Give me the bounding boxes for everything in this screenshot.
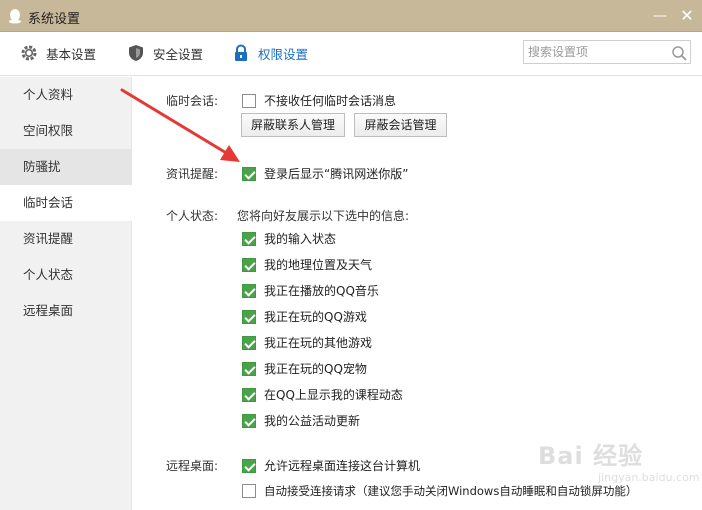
status-option-text: 在QQ上显示我的课程动态	[264, 388, 403, 402]
status-option[interactable]: 我正在玩的QQ游戏	[242, 308, 367, 325]
status-option-text: 我的公益活动更新	[264, 414, 361, 428]
status-option[interactable]: 我的公益活动更新	[242, 412, 360, 429]
remote-option-text: 允许远程桌面连接这台计算机	[264, 459, 421, 473]
tab-permissions-label: 权限设置	[258, 46, 309, 62]
minimize-button[interactable]: —	[650, 6, 670, 26]
sidebar-item-space[interactable]: 空间权限	[0, 113, 132, 149]
status-option[interactable]: 我正在玩的QQ宠物	[242, 360, 367, 377]
status-description: 您将向好友展示以下选中的信息:	[237, 209, 410, 223]
news-checkbox[interactable]	[242, 166, 256, 181]
temp-chat-label: 临时会话:	[166, 94, 219, 108]
status-option[interactable]: 我的输入状态	[242, 230, 336, 247]
block-sessions-button[interactable]: 屏蔽会话管理	[354, 113, 447, 137]
status-option-text: 我的地理位置及天气	[264, 258, 373, 272]
status-checkbox[interactable]	[242, 309, 256, 324]
search-input[interactable]	[528, 43, 664, 61]
status-option[interactable]: 我的地理位置及天气	[242, 256, 372, 273]
lock-icon	[235, 44, 247, 61]
status-option[interactable]: 在QQ上显示我的课程动态	[242, 386, 403, 403]
shield-icon	[129, 45, 143, 61]
temp-chat-checkbox[interactable]	[242, 93, 256, 108]
status-checkbox[interactable]	[242, 231, 256, 246]
news-label: 资讯提醒:	[166, 167, 219, 181]
qq-penguin-icon	[9, 9, 21, 24]
tab-security[interactable]: 安全设置	[127, 42, 203, 64]
tab-basic[interactable]: 基本设置	[20, 42, 96, 64]
title-bar: 系统设置 — ✕	[0, 0, 702, 32]
watermark-subtext: jingyan.baidu.com	[598, 471, 700, 484]
sidebar-item-profile[interactable]: 个人资料	[0, 77, 132, 113]
remote-checkbox[interactable]	[242, 458, 256, 473]
window-title: 系统设置	[28, 12, 81, 27]
sidebar-item-anti-harass[interactable]: 防骚扰	[0, 149, 132, 185]
sidebar-item-news[interactable]: 资讯提醒	[0, 221, 132, 257]
sidebar-item-remote[interactable]: 远程桌面	[0, 293, 132, 329]
gear-icon	[21, 45, 37, 61]
status-option-text: 我的输入状态	[264, 232, 337, 246]
remote-option[interactable]: 允许远程桌面连接这台计算机	[242, 457, 420, 474]
search-icon[interactable]	[670, 44, 688, 62]
remote-label: 远程桌面:	[166, 459, 219, 473]
sidebar-item-status[interactable]: 个人状态	[0, 257, 132, 293]
status-label: 个人状态:	[166, 209, 219, 223]
tab-permissions[interactable]: 权限设置	[232, 42, 308, 64]
news-option[interactable]: 登录后显示“腾讯网迷你版”	[242, 165, 408, 182]
remote-option[interactable]: 自动接受连接请求（建议您手动关闭Windows自动睡眠和自动锁屏功能）	[242, 483, 637, 499]
news-option-text: 登录后显示“腾讯网迷你版”	[264, 167, 409, 181]
status-checkbox[interactable]	[242, 413, 256, 428]
status-option[interactable]: 我正在播放的QQ音乐	[242, 282, 379, 299]
status-checkbox[interactable]	[242, 361, 256, 376]
sidebar-item-temp-chat[interactable]: 临时会话	[0, 185, 132, 221]
temp-chat-option[interactable]: 不接收任何临时会话消息	[242, 92, 396, 109]
status-option-text: 我正在播放的QQ音乐	[264, 284, 379, 298]
status-option[interactable]: 我正在玩的其他游戏	[242, 334, 372, 351]
tab-basic-label: 基本设置	[46, 46, 97, 62]
status-checkbox[interactable]	[242, 257, 256, 272]
temp-chat-option-text: 不接收任何临时会话消息	[264, 94, 397, 108]
status-checkbox[interactable]	[242, 387, 256, 402]
status-option-text: 我正在玩的QQ宠物	[264, 362, 367, 376]
block-contacts-button[interactable]: 屏蔽联系人管理	[241, 113, 345, 137]
tab-security-label: 安全设置	[153, 46, 204, 62]
watermark-text: Bai 经验	[538, 442, 644, 470]
remote-checkbox[interactable]	[242, 484, 256, 498]
close-button[interactable]: ✕	[677, 6, 697, 26]
search-box	[523, 40, 691, 64]
status-checkbox[interactable]	[242, 283, 256, 298]
status-option-text: 我正在玩的QQ游戏	[264, 310, 367, 324]
baidu-watermark: Bai 经验 jingyan.baidu.com	[538, 436, 700, 484]
status-option-text: 我正在玩的其他游戏	[264, 336, 373, 350]
status-checkbox[interactable]	[242, 335, 256, 350]
remote-option-text: 自动接受连接请求（建议您手动关闭Windows自动睡眠和自动锁屏功能）	[264, 484, 638, 498]
sidebar: 个人资料 空间权限 防骚扰 临时会话 资讯提醒 个人状态 远程桌面	[0, 77, 132, 510]
